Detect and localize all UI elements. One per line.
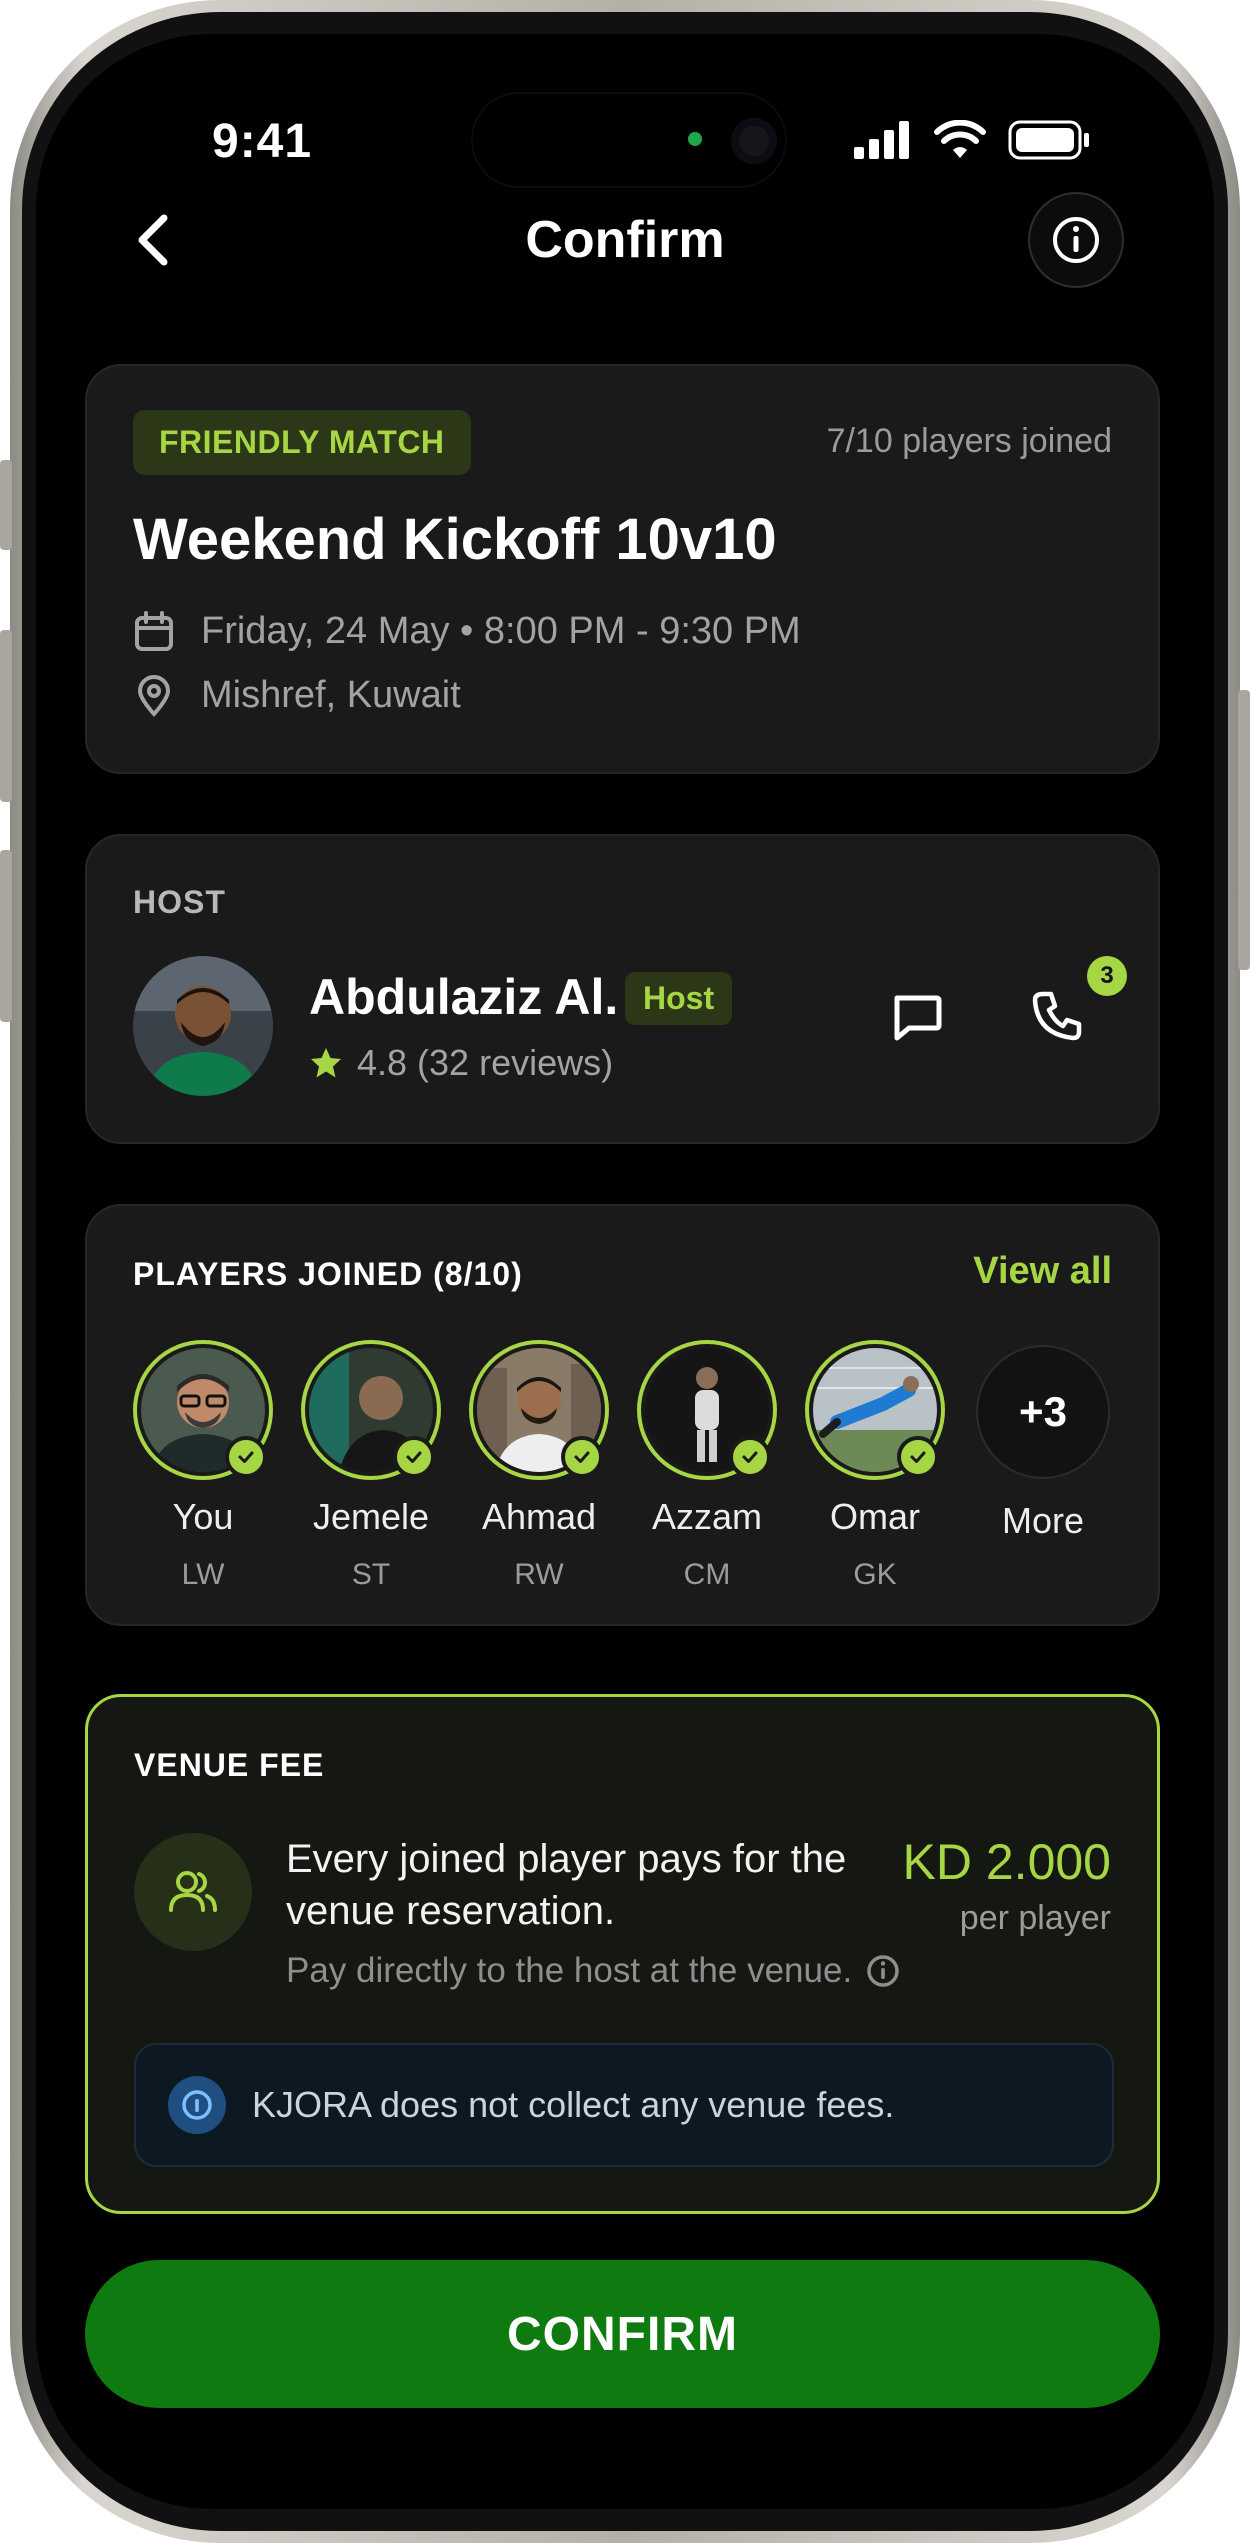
player-position: GK [853,1558,897,1591]
info-button[interactable] [1028,192,1124,288]
player-avatar [301,1340,441,1480]
more-players-button[interactable]: +3 More [973,1340,1113,1592]
player-item[interactable]: Jemele ST [301,1340,441,1592]
player-name: Azzam [651,1496,763,1537]
host-rating: 4.8 (32 reviews) [309,1042,613,1084]
venue-section-label: VENUE FEE [134,1747,325,1783]
dynamic-island [473,94,785,186]
silent-switch [0,460,12,550]
match-location: Mishref, Kuwait [201,674,461,716]
player-name: Ahmad [481,1496,597,1537]
status-icons [854,120,1090,160]
chat-icon [894,995,942,1041]
player-position: CM [683,1558,731,1591]
venue-payment-note-text: Pay directly to the host at the venue. [286,1951,853,1990]
player-name: Jemele [312,1496,430,1537]
verified-check-icon [897,1436,939,1478]
verified-check-icon [729,1436,771,1478]
host-badge: Host [625,972,733,1025]
volume-down-button [0,850,12,1022]
match-type-badge: FRIENDLY MATCH [133,410,471,475]
host-name: Abdulaziz Al. [309,969,619,1025]
venue-payment-note: Pay directly to the host at the venue. [286,1951,900,1991]
venue-fee-notice: KJORA does not collect any venue fees. [134,2043,1114,2167]
verified-check-icon [393,1436,435,1478]
calendar-icon [135,610,173,651]
call-notification-badge: 3 [1087,956,1127,996]
view-all-link[interactable]: View all [973,1250,1112,1293]
verified-check-icon [561,1436,603,1478]
venue-price-unit: per player [959,1899,1111,1937]
match-datetime-row: Friday, 24 May • 8:00 PM - 9:30 PM [133,610,801,653]
info-icon [1053,217,1099,263]
venue-description: Every joined player pays for the venue r… [286,1837,847,1933]
wifi-icon [934,120,986,158]
player-item[interactable]: Azzam CM [637,1340,777,1592]
status-time: 9:41 [212,115,313,168]
volume-up-button [0,630,12,802]
users-icon [134,1833,252,1951]
player-item[interactable]: You LW [133,1340,273,1592]
player-item[interactable]: Ahmad RW [469,1340,609,1592]
match-datetime: Friday, 24 May • 8:00 PM - 9:30 PM [201,610,801,652]
signal-icon [854,121,909,159]
confirm-button[interactable]: CONFIRM [85,2260,1160,2408]
info-circle-icon [168,2076,226,2134]
host-avatar[interactable] [133,956,273,1096]
venue-notice-text: KJORA does not collect any venue fees. [252,2084,895,2125]
message-host-button[interactable] [877,976,957,1056]
venue-fee-card: VENUE FEE Every joined player pays for t… [85,1694,1160,2214]
match-title: Weekend Kickoff 10v10 [133,507,777,572]
match-location-row: Mishref, Kuwait [133,674,461,717]
player-avatar [469,1340,609,1480]
match-card[interactable]: FRIENDLY MATCH 7/10 players joined Weeke… [85,364,1160,774]
more-players-label: More [1001,1500,1085,1541]
venue-price: KD 2.000 [902,1834,1111,1890]
info-icon[interactable] [866,1954,900,1988]
verified-check-icon [225,1436,267,1478]
players-list: You LW Jemele ST Ahmad RW Azzam CM Omar … [133,1340,1113,1592]
player-name: Omar [830,1496,920,1537]
player-position: ST [351,1558,391,1591]
host-photo [133,956,273,1096]
app-screen: 9:41 Confirm FRIENDLY MATCH 7/10 players… [36,34,1214,2509]
phone-icon [1032,991,1082,1041]
front-camera [731,118,777,164]
host-rating-text: 4.8 (32 reviews) [357,1042,614,1083]
players-section-label: PLAYERS JOINED (8/10) [133,1256,523,1292]
players-joined-count: 7/10 players joined [826,422,1112,460]
more-players-count: +3 [976,1345,1110,1479]
battery-icon [1008,120,1089,160]
player-avatar [805,1340,945,1480]
power-button [1238,690,1250,970]
players-card: PLAYERS JOINED (8/10) View all You LW Je… [85,1204,1160,1626]
star-icon [311,1048,341,1078]
indicator-dot [688,132,702,146]
host-card: HOST Abdulaziz Al. Host 4.8 (32 reviews) [85,834,1160,1144]
player-avatar [637,1340,777,1480]
player-avatar [133,1340,273,1480]
call-host-button[interactable] [1017,976,1097,1056]
location-pin-icon [137,674,171,717]
player-position: RW [514,1558,564,1591]
player-position: LW [181,1558,225,1591]
player-name: You [172,1496,234,1537]
player-item[interactable]: Omar GK [805,1340,945,1592]
host-section-label: HOST [133,884,226,920]
